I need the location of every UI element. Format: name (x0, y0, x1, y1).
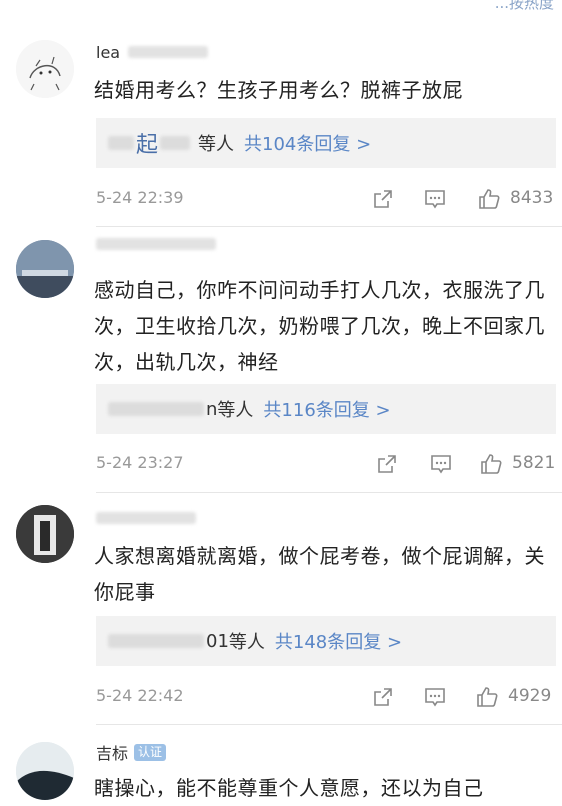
like-icon[interactable] (474, 184, 504, 214)
reply-count-link[interactable]: 共104条回复 > (244, 130, 371, 156)
like-count: 5821 (512, 453, 556, 473)
username-obscured (128, 46, 209, 58)
reply-authors-suffix: 等人 (198, 134, 235, 155)
reply-authors-text: n (206, 398, 218, 420)
divider (96, 492, 562, 493)
reply-summary[interactable]: 01 等人 共148条回复 > (96, 616, 556, 666)
reply-authors-obscured (108, 634, 204, 648)
reply-authors-suffix: 等人 (217, 400, 254, 421)
reply-authors-suffix: 等人 (228, 632, 265, 653)
comment-meta: 5-24 23:27 5821 (96, 449, 562, 479)
comment-text: 人家想离婚就离婚，做个屁考卷，做个屁调解，关你屁事 (94, 544, 545, 604)
comment-meta: 5-24 22:42 4929 (96, 682, 562, 712)
avatar[interactable] (16, 742, 74, 800)
comment-text: 感动自己，你咋不问问动手打人几次，衣服洗了几次，卫生收拾几次，奶粉喂了几次，晚上… (94, 278, 545, 374)
reply-count-link[interactable]: 共116条回复 > (263, 396, 390, 422)
verified-badge: 认证 (134, 743, 167, 761)
reply-authors-text: 起 (136, 133, 159, 158)
username[interactable]: 吉标 认证 (96, 740, 167, 764)
sort-hint[interactable]: ...按热度 (495, 0, 554, 13)
comment-icon[interactable] (426, 449, 456, 479)
like-count: 4929 (508, 686, 552, 706)
comment-time: 5-24 23:27 (96, 453, 184, 472)
reply-authors-text: 01 (206, 630, 229, 652)
username[interactable] (96, 506, 196, 530)
reply-authors-obscured (108, 136, 134, 150)
username-obscured (96, 238, 216, 250)
comment-time: 5-24 22:42 (96, 686, 184, 705)
comment-icon[interactable] (420, 682, 450, 712)
share-icon[interactable] (372, 449, 402, 479)
share-icon[interactable] (368, 682, 398, 712)
like-count: 8433 (510, 188, 554, 208)
reply-summary[interactable]: 起 等人 共104条回复 > (96, 118, 556, 168)
comment-text: 瞎操心，能不能尊重个人意愿，还以为自己 (94, 776, 484, 800)
comment-meta: 5-24 22:39 8433 (96, 184, 562, 214)
reply-authors: n 等人 (108, 396, 253, 422)
divider (96, 724, 562, 725)
reply-authors-obscured (108, 402, 204, 416)
divider (96, 226, 562, 227)
like-icon[interactable] (472, 682, 502, 712)
username-obscured (96, 512, 196, 524)
like-icon[interactable] (476, 449, 506, 479)
avatar[interactable] (16, 40, 74, 98)
avatar[interactable] (16, 505, 74, 563)
reply-summary[interactable]: n 等人 共116条回复 > (96, 384, 556, 434)
reply-count-link[interactable]: 共148条回复 > (275, 628, 402, 654)
reply-authors: 起 等人 (108, 127, 234, 159)
username-text: lea (96, 42, 121, 62)
username[interactable]: lea (96, 40, 209, 64)
username-text: 吉标 (96, 744, 129, 763)
comment-icon[interactable] (420, 184, 450, 214)
comment-time: 5-24 22:39 (96, 188, 184, 207)
reply-authors: 01 等人 (108, 628, 265, 654)
avatar[interactable] (16, 240, 74, 298)
username[interactable] (96, 232, 216, 256)
share-icon[interactable] (368, 184, 398, 214)
reply-authors-obscured (160, 136, 191, 150)
comment-text: 结婚用考么？生孩子用考么？脱裤子放屁 (94, 78, 463, 102)
